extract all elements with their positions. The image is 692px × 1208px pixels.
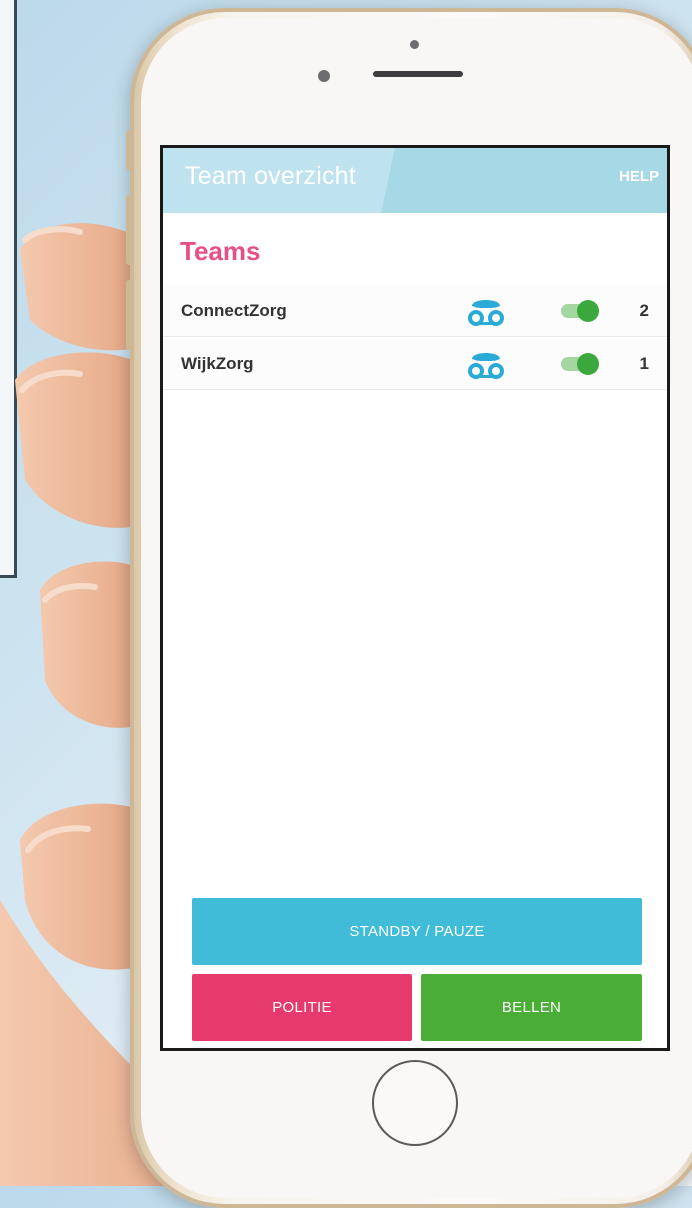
- phone-volume-down-button: [126, 280, 132, 350]
- team-name: ConnectZorg: [181, 301, 287, 320]
- home-button[interactable]: [372, 1060, 458, 1146]
- toggle-knob: [577, 300, 599, 322]
- phone-screen: Team overzicht HELP Teams ConnectZorg 2 …: [160, 145, 670, 1051]
- app-header: Team overzicht HELP: [163, 148, 667, 213]
- phone-side-button: [126, 130, 132, 170]
- team-count: 2: [639, 301, 649, 320]
- front-camera-icon: [410, 40, 419, 49]
- toggle-knob: [577, 353, 599, 375]
- teams-heading: Teams: [180, 236, 261, 266]
- call-button[interactable]: BELLEN: [421, 974, 642, 1041]
- team-active-toggle[interactable]: [559, 353, 601, 375]
- team-count: 1: [639, 354, 649, 373]
- phone-volume-up-button: [126, 195, 132, 265]
- voicemail-phone-icon[interactable]: [466, 349, 506, 379]
- team-row[interactable]: WijkZorg 1: [163, 338, 667, 390]
- voicemail-phone-icon[interactable]: [466, 296, 506, 326]
- earpiece-speaker: [373, 71, 463, 77]
- team-name: WijkZorg: [181, 354, 254, 373]
- sensor-icon: [318, 70, 330, 82]
- app-screen: Team overzicht HELP Teams ConnectZorg 2 …: [163, 148, 667, 1048]
- standby-pause-button[interactable]: STANDBY / PAUZE: [192, 898, 642, 965]
- help-link[interactable]: HELP: [619, 168, 659, 185]
- team-active-toggle[interactable]: [559, 300, 601, 322]
- page-title: Team overzicht: [185, 162, 356, 190]
- police-button[interactable]: POLITIE: [192, 974, 412, 1041]
- team-row[interactable]: ConnectZorg 2: [163, 285, 667, 337]
